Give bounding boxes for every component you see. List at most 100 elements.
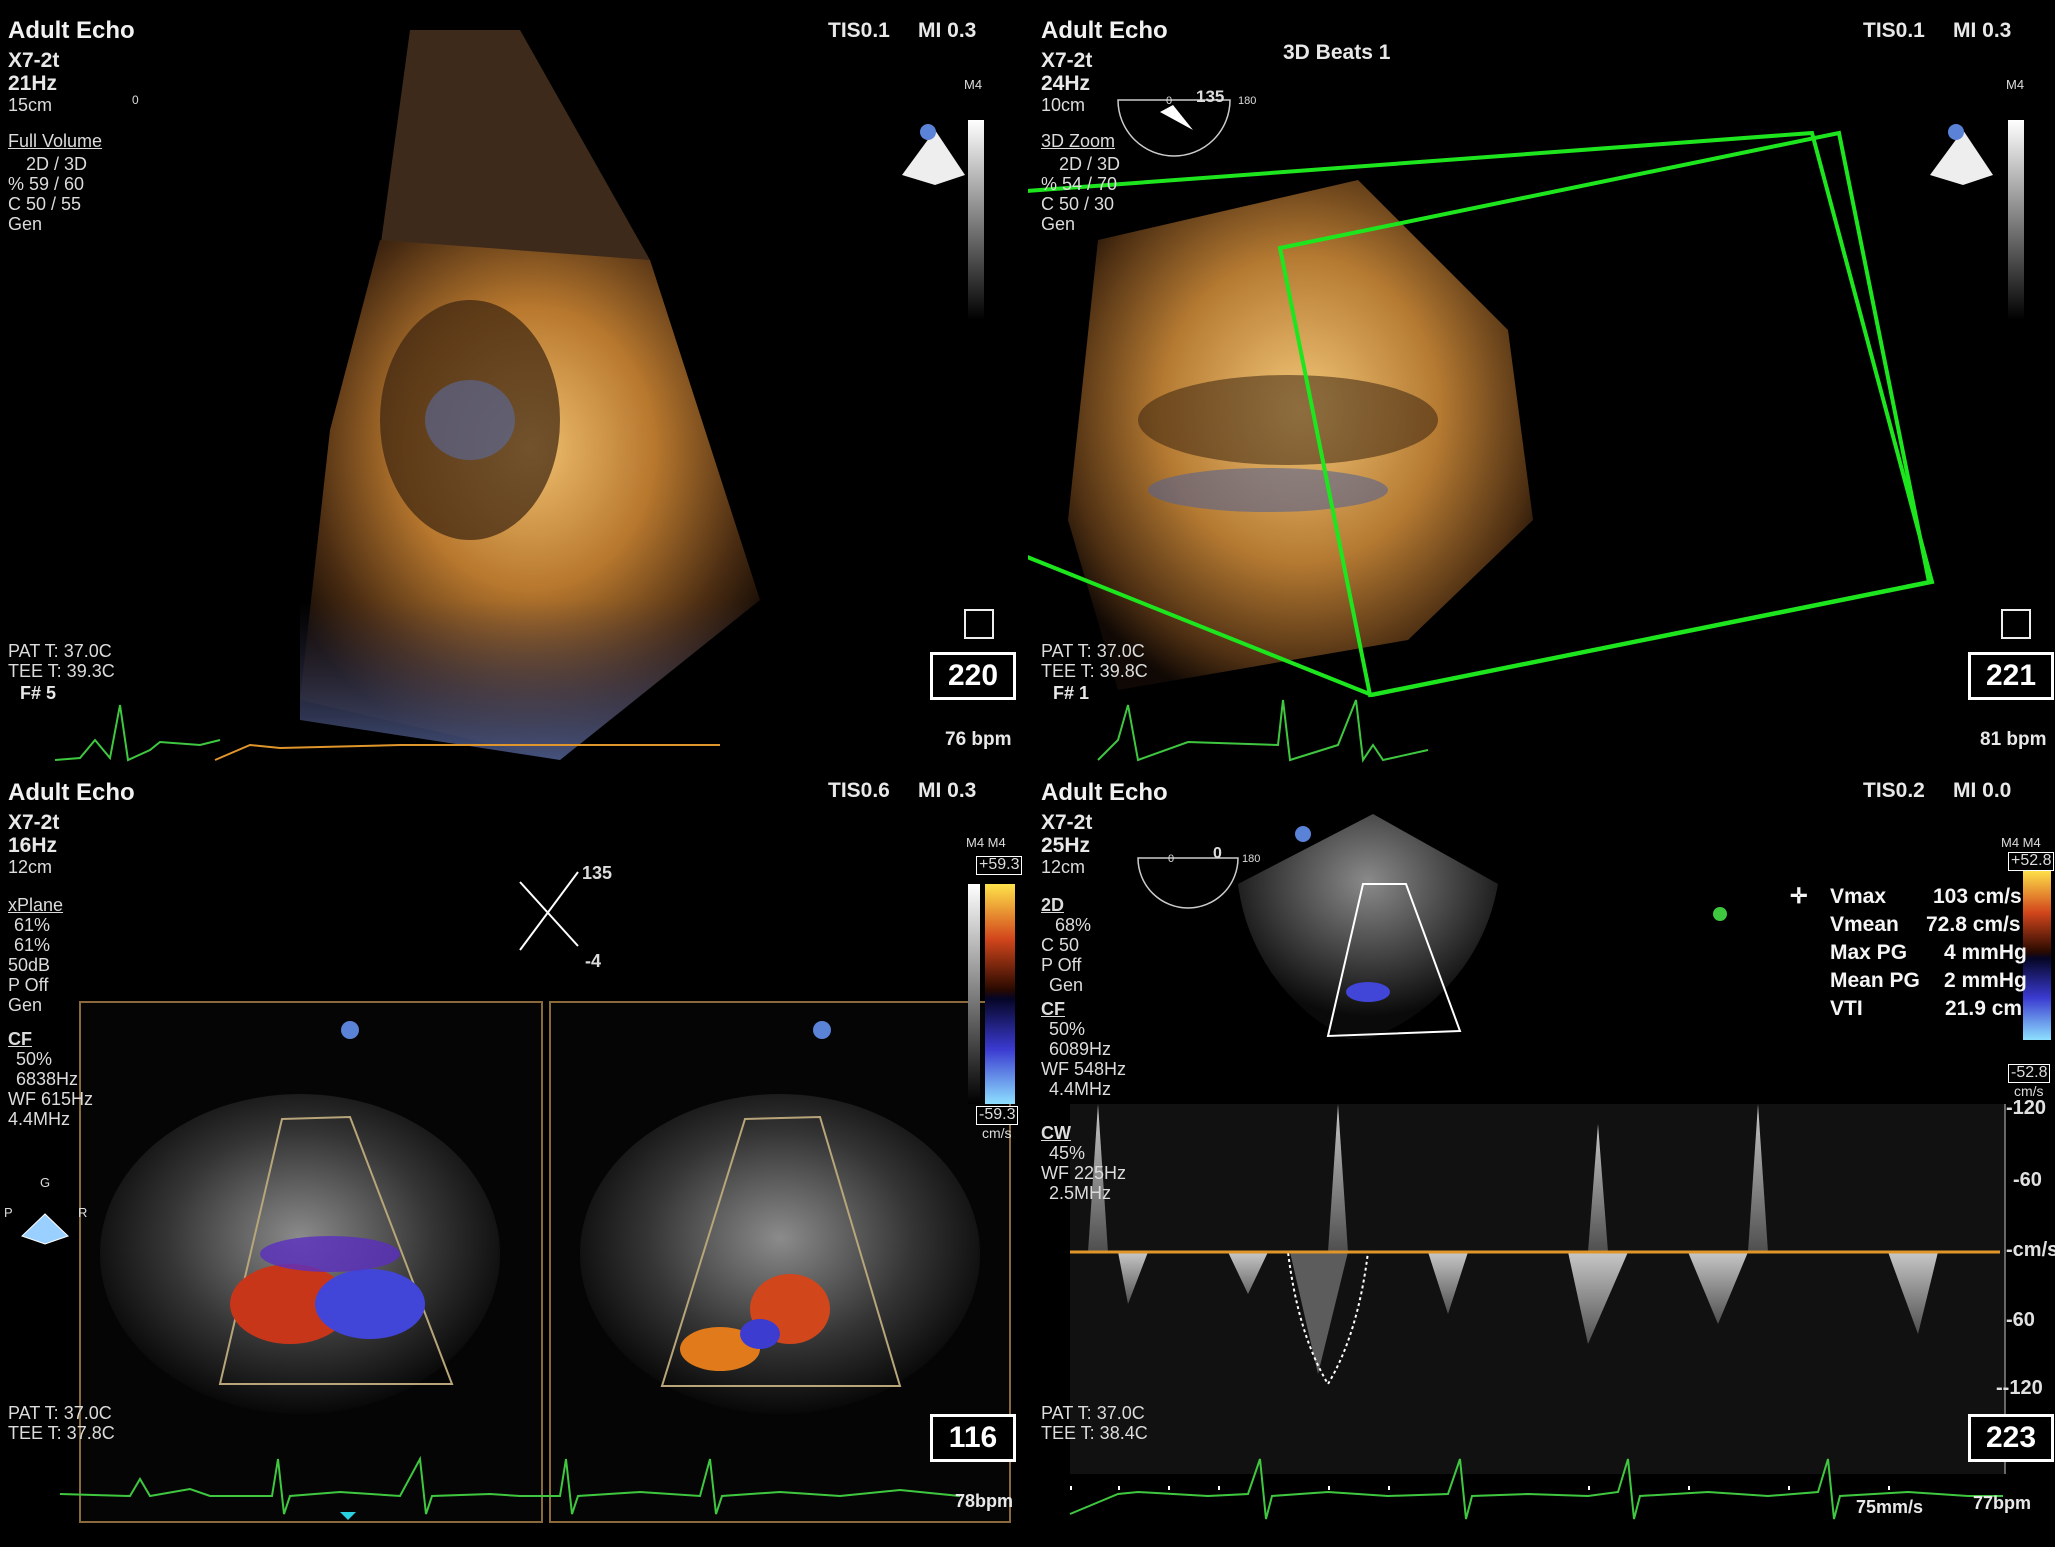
depth: 12cm bbox=[8, 857, 53, 877]
tee-temp: TEE T: 37.8C bbox=[8, 1423, 115, 1443]
frame-counter: 221 bbox=[1968, 652, 2054, 700]
setting-line: Gen bbox=[1049, 975, 1084, 995]
cf-setting: 4.4MHz bbox=[1049, 1079, 1112, 1099]
frame-counter: 220 bbox=[930, 652, 1016, 700]
tee-temp: TEE T: 38.4C bbox=[1041, 1423, 1148, 1443]
heart-rate: 81 bpm bbox=[1980, 729, 2047, 750]
frame-rate: 16Hz bbox=[8, 834, 58, 857]
scale-label: M4 bbox=[2006, 77, 2025, 92]
probe-label: X7-2t bbox=[1041, 811, 1093, 834]
setting-line: P Off bbox=[8, 975, 49, 995]
depth: 10cm bbox=[1041, 95, 1086, 115]
frame-number: F# 1 bbox=[1053, 683, 1090, 703]
axis-tick: -cm/s bbox=[2006, 1239, 2055, 1261]
cf-setting: 6838Hz bbox=[16, 1069, 79, 1089]
setting-line: 50dB bbox=[8, 955, 51, 975]
mode-label: xPlane bbox=[8, 895, 64, 915]
app-title: Adult Echo bbox=[8, 779, 135, 806]
meas-label: Mean PG bbox=[1830, 969, 1920, 992]
mi-value: MI 0.0 bbox=[1953, 779, 2012, 802]
frame-counter: 116 bbox=[930, 1414, 1016, 1462]
angle-value: 135 bbox=[1196, 87, 1225, 106]
frame-rate: 21Hz bbox=[8, 72, 58, 95]
cf-setting: 6089Hz bbox=[1049, 1039, 1112, 1059]
frame-rate: 24Hz bbox=[1041, 72, 1091, 95]
tis-value: TIS0.6 bbox=[828, 779, 890, 802]
cw-setting: 2.5MHz bbox=[1049, 1183, 1112, 1203]
setting-line: Gen bbox=[8, 995, 43, 1015]
crosshair-icon: ✛ bbox=[1790, 885, 1808, 908]
cw-setting: 45% bbox=[1049, 1143, 1086, 1163]
xplane-angle-a: 135 bbox=[582, 863, 613, 883]
orient-g: G bbox=[40, 1175, 51, 1190]
cf-setting: 50% bbox=[16, 1049, 53, 1069]
depth: 12cm bbox=[1041, 857, 1086, 877]
setting-line: 2D / 3D bbox=[26, 154, 88, 174]
velocity-unit: cm/s bbox=[982, 1125, 1012, 1141]
probe-label: X7-2t bbox=[1041, 49, 1093, 72]
doppler-spectrum bbox=[1069, 814, 2051, 1520]
app-title: Adult Echo bbox=[1041, 17, 1168, 44]
meas-value: 72.8 cm/s bbox=[1926, 913, 2021, 936]
setting-line: 61% bbox=[14, 935, 51, 955]
velocity-bottom: -52.8 bbox=[2008, 1064, 2051, 1083]
tee-temp: TEE T: 39.8C bbox=[1041, 661, 1148, 681]
heart-rate: 77bpm bbox=[1973, 1493, 2032, 1513]
cf-setting: 4.4MHz bbox=[8, 1109, 71, 1129]
patient-temp: PAT T: 37.0C bbox=[8, 641, 112, 661]
mode-label: 2D bbox=[1041, 895, 1065, 915]
setting-line: % 59 / 60 bbox=[8, 174, 85, 194]
cf-setting: WF 548Hz bbox=[1041, 1059, 1127, 1079]
cf-setting: WF 615Hz bbox=[8, 1089, 94, 1109]
scale-label: M4 M4 bbox=[966, 835, 1006, 850]
tis-value: TIS0.1 bbox=[1863, 19, 1925, 42]
angle-value: 0 bbox=[1213, 845, 1222, 862]
app-title: Adult Echo bbox=[1041, 779, 1168, 806]
full-volume-image bbox=[54, 30, 994, 762]
mi-value: MI 0.3 bbox=[918, 779, 977, 802]
panel-xplane: Adult Echo X7-2t 16Hz 12cm xPlane 61% 61… bbox=[0, 774, 1027, 1547]
setting-line: Gen bbox=[1041, 214, 1076, 234]
panel-3d-zoom: Adult Echo X7-2t 24Hz 10cm 3D Beats 1 13… bbox=[1028, 0, 2055, 773]
meas-label: VTI bbox=[1830, 997, 1863, 1020]
scale-label: M4 bbox=[964, 77, 983, 92]
heart-rate: 76 bpm bbox=[945, 729, 1012, 750]
mi-value: MI 0.3 bbox=[918, 19, 977, 42]
meas-value: 4 mmHg bbox=[1944, 941, 2027, 964]
setting-line: C 50 / 55 bbox=[8, 194, 82, 214]
app-title: Adult Echo bbox=[8, 17, 135, 44]
depth: 15cm bbox=[8, 95, 53, 115]
angle-max: 180 bbox=[1238, 95, 1257, 107]
patient-temp: PAT T: 37.0C bbox=[8, 1403, 112, 1423]
setting-line: C 50 / 30 bbox=[1041, 194, 1115, 214]
cf-setting: 50% bbox=[1049, 1019, 1086, 1039]
setting-line: C 50 bbox=[1041, 935, 1080, 955]
scale-label: M4 M4 bbox=[2001, 835, 2041, 850]
axis-tick: -60 bbox=[2013, 1169, 2042, 1191]
meas-value: 21.9 cm bbox=[1945, 997, 2023, 1020]
velocity-top: +52.8 bbox=[2008, 852, 2055, 871]
axis-tick: -60 bbox=[2006, 1309, 2035, 1331]
frame-number: F# 5 bbox=[20, 683, 57, 703]
meas-label: Vmean bbox=[1830, 913, 1899, 936]
meas-label: Max PG bbox=[1830, 941, 1908, 964]
xplane-images bbox=[21, 871, 1015, 1523]
orient-r: R bbox=[78, 1205, 88, 1220]
mode-label: Full Volume bbox=[8, 131, 103, 151]
beats-label: 3D Beats 1 bbox=[1283, 41, 1391, 64]
xplane-angle-b: -4 bbox=[585, 951, 602, 971]
cw-setting: WF 225Hz bbox=[1041, 1163, 1127, 1183]
velocity-top: +59.3 bbox=[976, 856, 1023, 875]
setting-line: 61% bbox=[14, 915, 51, 935]
mi-value: MI 0.3 bbox=[1953, 19, 2012, 42]
panel-full-volume: Adult Echo X7-2t 21Hz 15cm 0 Full Volume… bbox=[0, 0, 1027, 773]
meas-label: Vmax bbox=[1830, 885, 1887, 908]
cw-label: CW bbox=[1041, 1123, 1071, 1143]
angle-value: 0 bbox=[132, 93, 139, 107]
axis-tick: -120 bbox=[2006, 1097, 2047, 1119]
setting-line: Gen bbox=[8, 214, 43, 234]
setting-line: 2D / 3D bbox=[1059, 154, 1121, 174]
heart-rate: 78bpm bbox=[955, 1491, 1014, 1511]
setting-line: % 54 / 70 bbox=[1041, 174, 1118, 194]
cf-label: CF bbox=[8, 1029, 32, 1049]
